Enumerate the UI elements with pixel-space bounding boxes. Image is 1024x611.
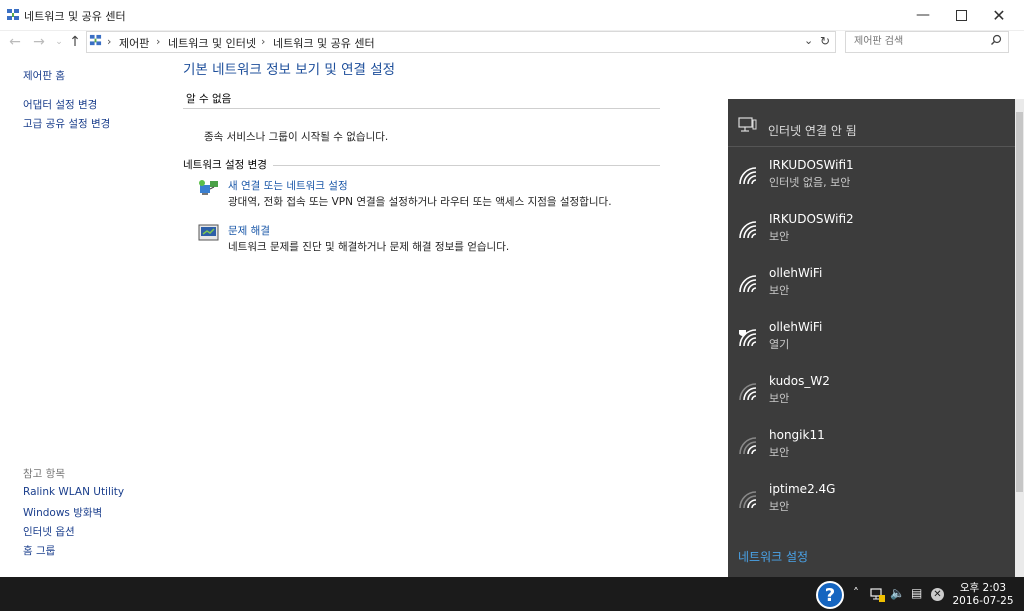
network-item[interactable]: kudos_W2 보안	[728, 365, 1016, 419]
forward-arrow-icon: →	[33, 34, 45, 50]
breadcrumb-separator-icon: ›	[107, 35, 112, 48]
network-status: 열기	[769, 338, 790, 351]
network-status: 보안	[769, 392, 790, 405]
close-button[interactable]: ✕	[980, 0, 1018, 30]
network-name: iptime2.4G	[769, 482, 836, 496]
refresh-icon: ↻	[820, 34, 831, 48]
page-title: 기본 네트워크 정보 보기 및 연결 설정	[183, 62, 396, 78]
network-name: hongik11	[769, 428, 825, 442]
connection-status: 인터넷 연결 안 됨	[768, 124, 857, 138]
advanced-sharing-settings-link[interactable]: 고급 공유 설정 변경	[23, 116, 110, 131]
wifi-signal-icon	[739, 167, 757, 185]
open-wifi-signal-icon	[739, 329, 757, 347]
chevron-down-icon: ⌄	[55, 37, 63, 47]
wifi-signal-icon	[739, 491, 757, 509]
wifi-signal-icon	[739, 221, 757, 239]
troubleshoot-description: 네트워크 문제를 진단 및 해결하거나 문제 해결 정보를 얻습니다.	[228, 241, 510, 253]
network-tray-icon[interactable]	[870, 587, 886, 603]
network-item[interactable]: hongik11 보안	[728, 419, 1016, 473]
close-icon: ✕	[992, 5, 1006, 25]
divider	[183, 108, 660, 109]
wifi-signal-icon	[739, 437, 757, 455]
new-connection-description: 광대역, 전화 접속 또는 VPN 연결을 설정하거나 라우터 또는 액세스 지…	[228, 196, 612, 208]
network-status: 인터넷 없음, 보안	[769, 176, 851, 189]
wired-network-icon	[738, 117, 758, 133]
network-status: 보안	[769, 284, 790, 297]
new-connection-link[interactable]: 새 연결 또는 네트워크 설정	[228, 178, 348, 193]
divider	[728, 146, 1016, 147]
maximize-icon	[955, 9, 967, 21]
see-also-homegroup-link[interactable]: 홈 그룹	[23, 543, 55, 558]
troubleshoot-icon	[198, 223, 220, 243]
flyout-scrollbar-thumb[interactable]	[1016, 112, 1023, 492]
show-hidden-icons-button[interactable]: ˄	[853, 586, 859, 600]
network-name: IRKUDOSWifi2	[769, 212, 854, 226]
address-dropdown-button[interactable]: ⌄	[804, 34, 813, 47]
notification-icon[interactable]: ▤	[911, 586, 922, 600]
close-circle-icon[interactable]: ✕	[931, 588, 944, 601]
refresh-button[interactable]: ↻	[820, 34, 830, 48]
search-icon[interactable]	[990, 34, 1002, 49]
network-status: 보안	[769, 230, 790, 243]
network-item[interactable]: IRKUDOSWifi1 인터넷 없음, 보안	[728, 149, 1016, 203]
chevron-up-icon: ˄	[853, 586, 859, 600]
minimize-icon: —	[916, 7, 930, 23]
change-adapter-settings-link[interactable]: 어댑터 설정 변경	[23, 97, 97, 112]
network-settings-link[interactable]: 네트워크 설정	[738, 548, 808, 565]
search-box[interactable]	[845, 31, 1009, 53]
breadcrumb-control-panel[interactable]: 제어판	[119, 35, 149, 51]
network-item[interactable]: IRKUDOSWifi2 보안	[728, 203, 1016, 257]
divider	[273, 165, 660, 166]
clock-date[interactable]: 2016-07-25	[950, 595, 1016, 607]
help-icon[interactable]: ?	[816, 581, 844, 609]
window-title: 네트워크 및 공유 센터	[24, 10, 126, 23]
wifi-signal-icon	[739, 383, 757, 401]
change-settings-heading: 네트워크 설정 변경	[183, 159, 267, 171]
wifi-signal-icon	[739, 275, 757, 293]
network-status: 보안	[769, 500, 790, 513]
breadcrumb-network-internet[interactable]: 네트워크 및 인터넷	[168, 35, 256, 51]
search-input[interactable]	[852, 35, 986, 48]
network-item[interactable]: ollehWiFi 보안	[728, 257, 1016, 311]
new-connection-icon	[198, 178, 220, 198]
breadcrumb-network-sharing-center[interactable]: 네트워크 및 공유 센터	[273, 35, 375, 51]
see-also-heading: 참고 항목	[23, 468, 65, 480]
troubleshoot-link[interactable]: 문제 해결	[228, 223, 270, 238]
clock-time[interactable]: 오후 2:03	[958, 580, 1008, 595]
forward-button[interactable]: →	[30, 33, 48, 51]
minimize-button[interactable]: —	[904, 0, 942, 30]
network-item[interactable]: ollehWiFi 열기	[728, 311, 1016, 365]
network-item[interactable]: iptime2.4G 보안	[728, 473, 1016, 527]
see-also-firewall-link[interactable]: Windows 방화벽	[23, 505, 102, 520]
breadcrumb-separator-icon: ›	[156, 35, 161, 48]
dependency-error-message: 종속 서비스나 그룹이 시작될 수 없습니다.	[204, 131, 389, 143]
network-flyout: 인터넷 연결 안 됨 IRKUDOSWifi1 인터넷 없음, 보안 IRKUD…	[728, 99, 1016, 577]
network-name: ollehWiFi	[769, 266, 823, 280]
network-name: IRKUDOSWifi1	[769, 158, 854, 172]
up-button[interactable]: ↑	[66, 33, 84, 51]
network-center-icon	[6, 8, 20, 22]
back-button[interactable]: ←	[6, 33, 24, 51]
see-also-ralink-link[interactable]: Ralink WLAN Utility	[23, 486, 124, 498]
network-name: kudos_W2	[769, 374, 830, 388]
network-status: 보안	[769, 446, 790, 459]
address-location-icon	[89, 34, 102, 47]
chevron-down-icon: ⌄	[804, 34, 814, 47]
volume-icon[interactable]: 🔈	[890, 586, 905, 600]
breadcrumb-separator-icon: ›	[261, 35, 266, 48]
network-name: ollehWiFi	[769, 320, 823, 334]
back-arrow-icon: ←	[9, 34, 21, 50]
control-panel-home-link[interactable]: 제어판 홈	[23, 68, 65, 83]
unknown-heading: 알 수 없음	[186, 93, 232, 105]
title-bar	[0, 0, 1024, 31]
up-arrow-icon: ↑	[69, 34, 81, 50]
maximize-button[interactable]	[942, 0, 980, 30]
see-also-internet-options-link[interactable]: 인터넷 옵션	[23, 524, 75, 539]
